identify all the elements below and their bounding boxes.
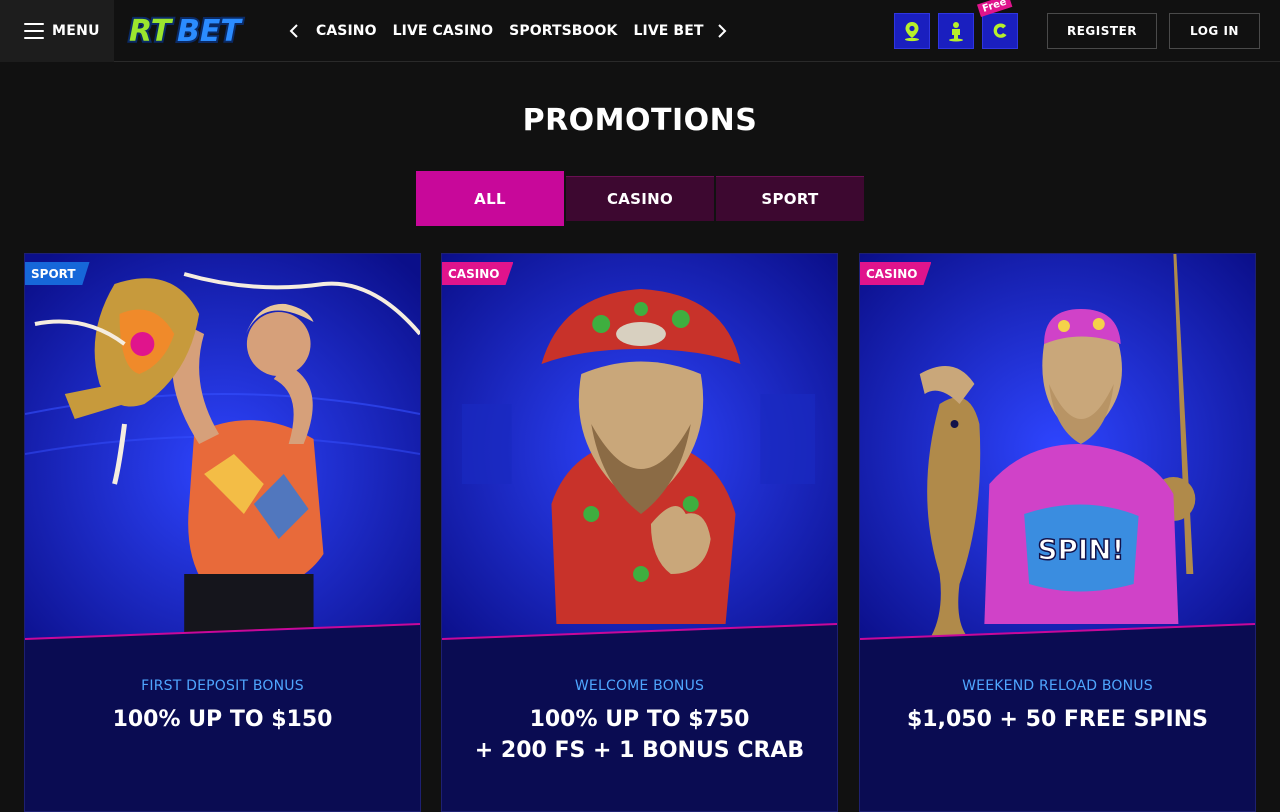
promo-card-weekend-reload[interactable]: SPIN! CASINO WEEKEND RELOAD BONUS $1,050… (859, 253, 1256, 812)
svg-text:SPIN!: SPIN! (1037, 533, 1124, 566)
promo-subtitle: FIRST DEPOSIT BONUS (141, 678, 304, 694)
promo-image-trophy-player (25, 254, 420, 644)
nav-next-arrow-icon[interactable] (712, 20, 732, 42)
promo-card-welcome-bonus[interactable]: CASINO WELCOME BONUS 100% UP TO $750 + 2… (441, 253, 838, 812)
menu-button[interactable]: MENU (0, 0, 114, 62)
page-title: PROMOTIONS (522, 103, 758, 138)
coin-icon[interactable] (982, 13, 1018, 49)
promo-subtitle: WEEKEND RELOAD BONUS (962, 678, 1153, 694)
main-nav: CASINO LIVE CASINO SPORTSBOOK LIVE BETTI… (316, 0, 704, 62)
register-button[interactable]: REGISTER (1047, 13, 1157, 49)
nav-live-betting[interactable]: LIVE BETTING (634, 23, 704, 39)
tab-sport[interactable]: SPORT (716, 176, 864, 221)
promo-card-first-deposit[interactable]: SPORT FIRST DEPOSIT BONUS 100% UP TO $15… (24, 253, 421, 812)
promo-image-fisherman: SPIN! (860, 254, 1255, 644)
tab-casino[interactable]: CASINO (566, 176, 714, 221)
hamburger-icon (24, 23, 44, 39)
promo-tag: CASINO (442, 262, 514, 285)
nav-live-casino[interactable]: LIVE CASINO (393, 23, 494, 39)
promo-tag: CASINO (860, 262, 932, 285)
promo-title: $1,050 + 50 FREE SPINS (906, 707, 1209, 732)
top-bar: MENU RT RT BET BET CASINO LIVE CASINO SP… (0, 0, 1280, 62)
nav-sportsbook[interactable]: SPORTSBOOK (509, 23, 617, 39)
svg-text:RT: RT (129, 14, 174, 49)
nav-prev-arrow-icon[interactable] (284, 20, 304, 42)
rtbet-logo[interactable]: RT RT BET BET (127, 10, 257, 50)
svg-text:BET: BET (177, 14, 243, 49)
login-button[interactable]: LOG IN (1169, 13, 1260, 49)
location-pin-icon[interactable] (894, 13, 930, 49)
nav-casino[interactable]: CASINO (316, 23, 377, 39)
promo-title: 100% UP TO $750 + 200 FS + 1 BONUS CRAB (474, 707, 805, 763)
promo-title: 100% UP TO $150 (112, 707, 333, 732)
person-icon[interactable] (938, 13, 974, 49)
menu-label: MENU (52, 23, 100, 39)
promo-image-gnome (442, 254, 837, 644)
promo-subtitle: WELCOME BONUS (574, 678, 705, 694)
tab-all[interactable]: ALL (416, 171, 564, 226)
promo-tag: SPORT (25, 262, 90, 285)
